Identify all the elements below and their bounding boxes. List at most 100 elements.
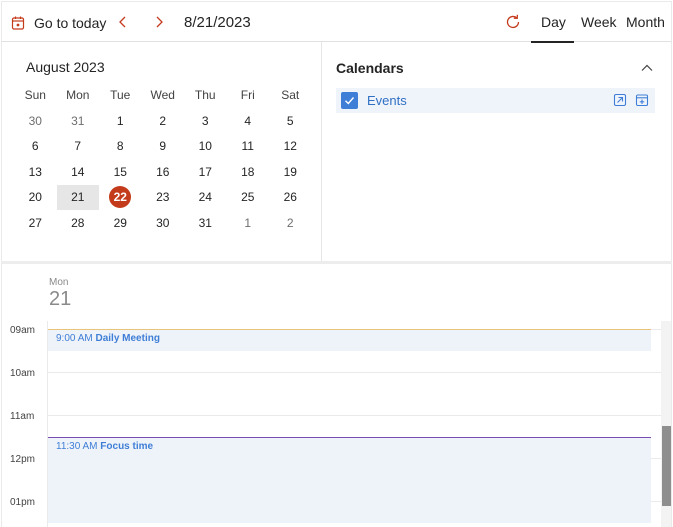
day-cell[interactable]: 5 (269, 108, 312, 134)
day-number: 24 (198, 190, 212, 205)
today-marker: 22 (109, 186, 132, 209)
day-cell[interactable]: 19 (269, 159, 312, 185)
day-cell[interactable]: 29 (99, 210, 142, 236)
weekday-label: Mon (66, 88, 90, 102)
calendar-add-icon[interactable] (635, 93, 649, 107)
toolbar: Go to today 8/21/2023 Day Week Month (1, 1, 672, 43)
day-number: 3 (201, 113, 209, 128)
month-grid: 30 31 1 2 3 4 5 6 7 8 9 10 11 12 13 14 1… (14, 108, 312, 236)
day-number: 16 (156, 164, 170, 179)
tab-day[interactable]: Day (541, 14, 566, 30)
day-cell[interactable]: 13 (14, 159, 57, 185)
day-cell[interactable]: 27 (14, 210, 57, 236)
tab-month[interactable]: Month (626, 14, 665, 30)
day-cell[interactable]: 11 (227, 134, 270, 160)
day-number: 15 (113, 164, 127, 179)
day-cell[interactable]: 24 (184, 185, 227, 211)
open-in-new-icon[interactable] (613, 93, 627, 107)
calendar-name: Events (367, 93, 407, 108)
mini-calendar: August 2023 Sun Mon Tue Wed Thu Fri Sat … (1, 42, 322, 262)
weekday-header: Sun Mon Tue Wed Thu Fri Sat (14, 88, 312, 102)
day-number: 2 (286, 215, 294, 230)
time-label: 12pm (10, 454, 36, 465)
hour-line (47, 415, 661, 416)
day-number: 6 (31, 139, 39, 154)
day-cell[interactable]: 1 (99, 108, 142, 134)
day-cell[interactable]: 30 (142, 210, 185, 236)
day-number: 8 (116, 139, 124, 154)
day-cell[interactable]: 1 (227, 210, 270, 236)
day-number: 1 (116, 113, 124, 128)
calendar-today-icon (11, 16, 25, 30)
day-cell[interactable]: 18 (227, 159, 270, 185)
calendars-panel: Calendars Events (322, 42, 672, 262)
day-number: 21 (71, 190, 85, 205)
hour-line (47, 372, 661, 373)
go-to-today-button[interactable]: Go to today (10, 13, 106, 33)
day-cell[interactable]: 30 (14, 108, 57, 134)
day-cell[interactable]: 7 (57, 134, 100, 160)
day-number: 7 (74, 139, 82, 154)
day-cell[interactable]: 17 (184, 159, 227, 185)
checkmark-icon (345, 97, 355, 105)
day-number: 18 (241, 164, 255, 179)
day-cell[interactable]: 6 (14, 134, 57, 160)
day-cell[interactable]: 25 (227, 185, 270, 211)
weekday-label: Thu (194, 88, 216, 102)
day-cell[interactable]: 20 (14, 185, 57, 211)
day-cell[interactable]: 31 (184, 210, 227, 236)
day-cell[interactable]: 28 (57, 210, 100, 236)
day-number: 12 (283, 139, 297, 154)
chevron-right-icon[interactable] (152, 14, 166, 30)
day-number: 31 (71, 113, 85, 128)
day-cell[interactable]: 26 (269, 185, 312, 211)
weekday-label: Tue (110, 88, 131, 102)
event-time: 9:00 AM (56, 333, 93, 344)
time-label: 01pm (10, 497, 36, 508)
refresh-icon[interactable] (504, 13, 522, 31)
month-title: August 2023 (26, 59, 105, 75)
day-cell[interactable]: 10 (184, 134, 227, 160)
day-number: 31 (198, 215, 212, 230)
day-of-week: Mon (49, 277, 69, 288)
event-focus-time[interactable]: 11:30 AM Focus time (48, 437, 651, 523)
chevron-left-icon[interactable] (116, 14, 130, 30)
day-cell[interactable]: 14 (57, 159, 100, 185)
day-number: 25 (241, 190, 255, 205)
day-number: 17 (198, 164, 212, 179)
event-title: Focus time (100, 441, 154, 452)
week-row: 20 21 22 23 24 25 26 (14, 184, 312, 211)
calendar-checkbox[interactable] (341, 92, 358, 109)
time-label: 09am (10, 325, 36, 336)
week-row: 6 7 8 9 10 11 12 (14, 134, 312, 160)
day-cell[interactable]: 3 (184, 108, 227, 134)
calendar-item-events[interactable]: Events (336, 88, 655, 113)
chevron-up-icon[interactable] (640, 61, 654, 75)
time-label: 11am (10, 411, 35, 422)
tab-week[interactable]: Week (581, 14, 617, 30)
go-to-today-label: Go to today (34, 15, 107, 31)
day-cell[interactable]: 16 (142, 159, 185, 185)
day-cell[interactable]: 2 (142, 108, 185, 134)
time-label: 10am (10, 368, 36, 379)
event-daily-meeting[interactable]: 9:00 AM Daily Meeting (48, 329, 651, 351)
day-cell-today[interactable]: 22 (99, 185, 142, 211)
day-cell[interactable]: 31 (57, 108, 100, 134)
day-cell[interactable]: 4 (227, 108, 270, 134)
week-row: 30 31 1 2 3 4 5 (14, 108, 312, 134)
day-number: 26 (283, 190, 297, 205)
day-cell[interactable]: 9 (142, 134, 185, 160)
day-cell[interactable]: 15 (99, 159, 142, 185)
day-cell[interactable]: 23 (142, 185, 185, 211)
day-cell[interactable]: 2 (269, 210, 312, 236)
day-number: 27 (28, 215, 42, 230)
day-cell[interactable]: 12 (269, 134, 312, 160)
day-number: 5 (286, 113, 294, 128)
day-number: 9 (159, 139, 167, 154)
day-cell[interactable]: 8 (99, 134, 142, 160)
day-number: 29 (113, 215, 127, 230)
day-number: 23 (156, 190, 170, 205)
day-cell-selected[interactable]: 21 (56, 184, 99, 210)
week-row: 27 28 29 30 31 1 2 (14, 210, 312, 236)
scrollbar-thumb[interactable] (662, 426, 671, 506)
